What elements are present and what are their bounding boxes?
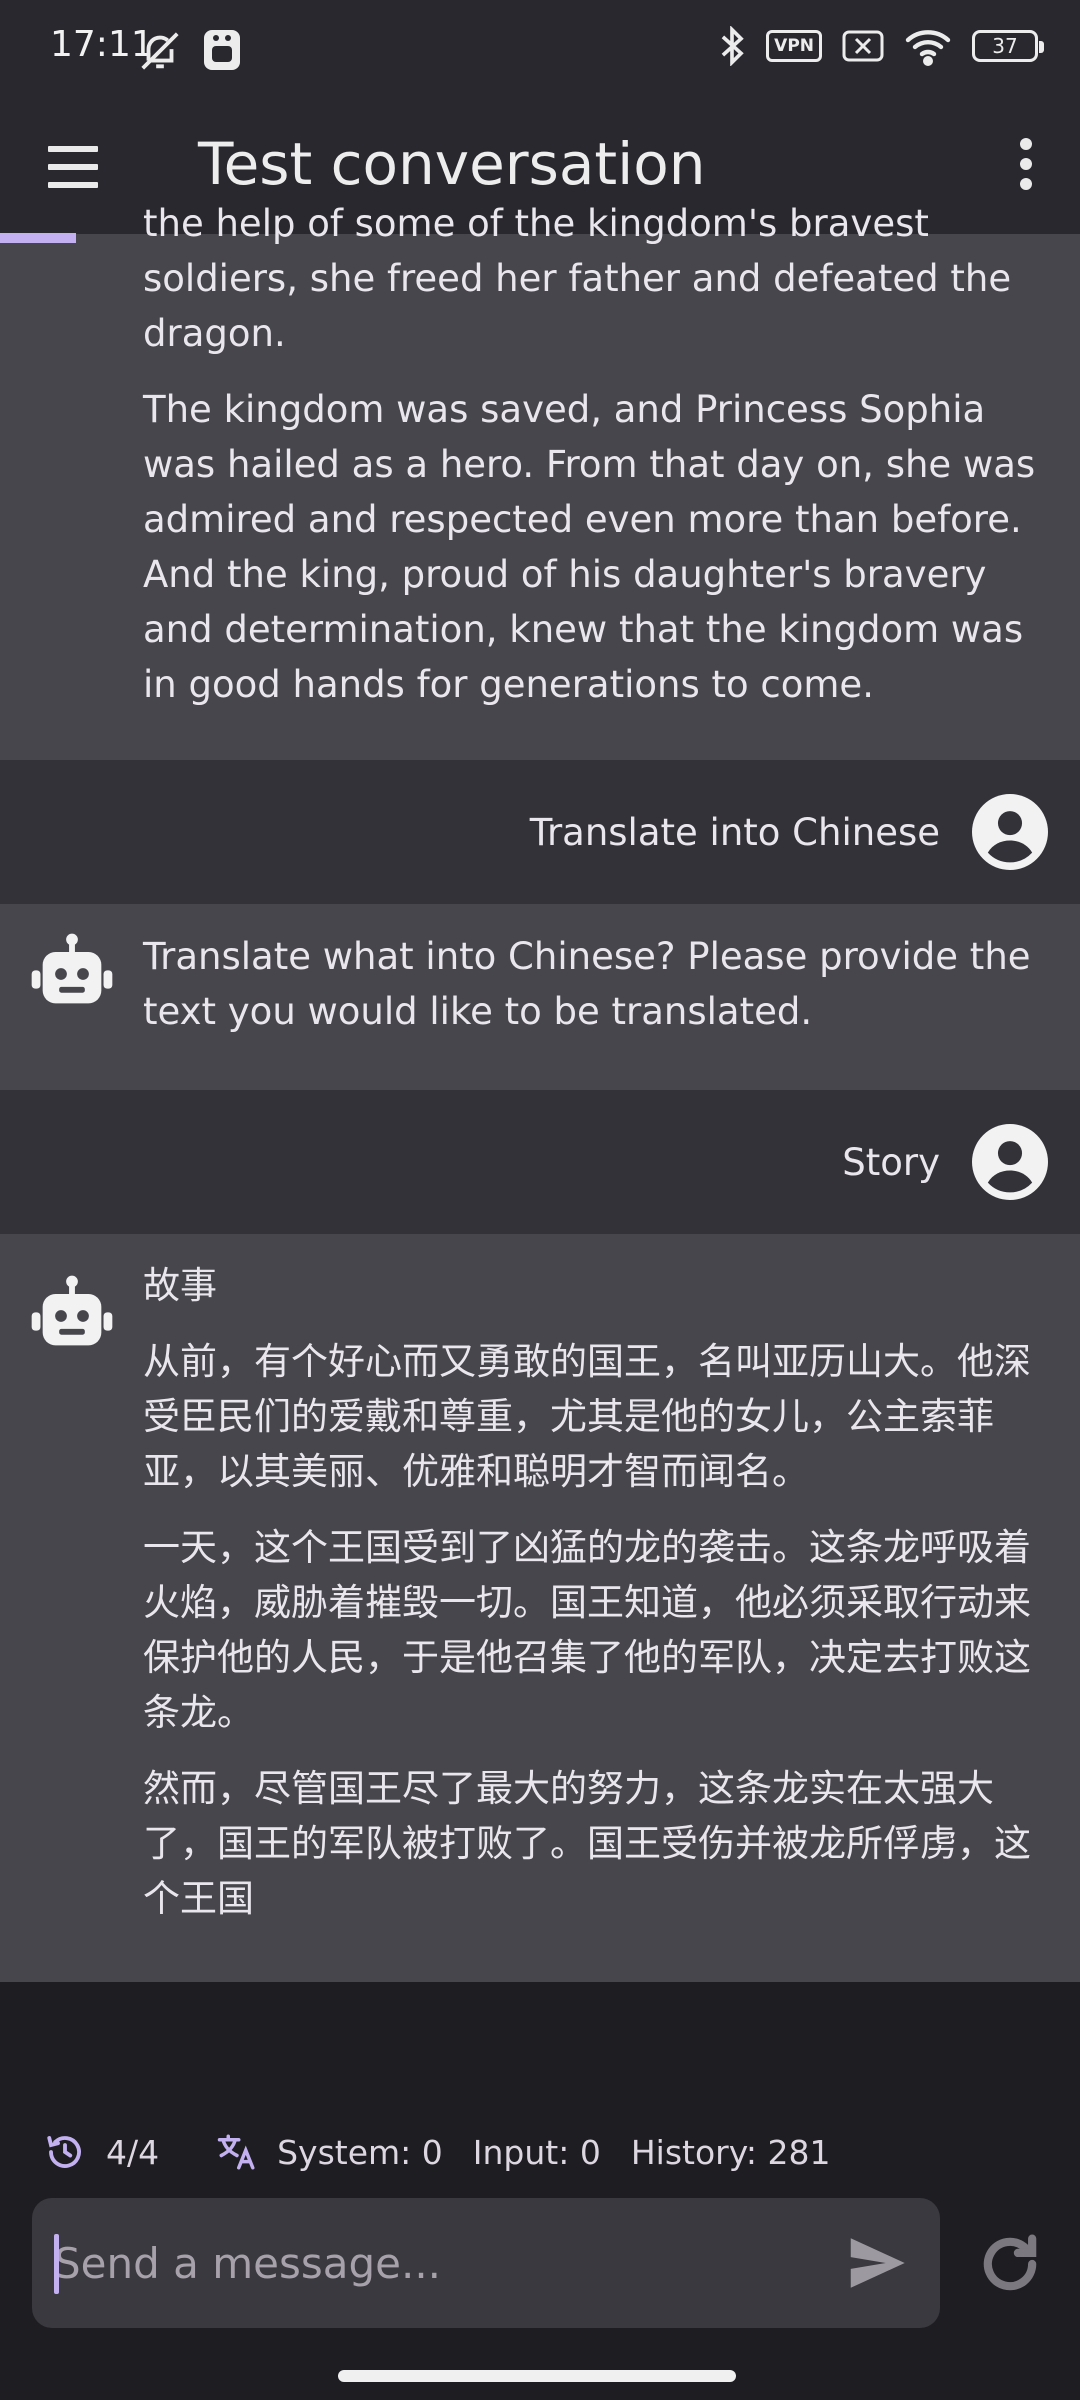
message-paragraph: Translate what into Chinese? Please prov… xyxy=(143,935,1031,1033)
history-count: 4/4 xyxy=(106,2132,160,2172)
wifi-icon xyxy=(905,30,951,66)
assistant-message[interactable]: 故事 从前，有个好心而又勇敢的国王，名叫亚历山大。他深受臣民们的爱戴和尊重，尤其… xyxy=(0,1234,1080,1982)
message-input[interactable] xyxy=(54,2198,834,2328)
message-paragraph: 一天，这个王国受到了凶猛的龙的袭击。这条龙呼吸着火焰，威胁着摧毁一切。国王知道，… xyxy=(143,1526,1031,1734)
no-sim-icon xyxy=(842,30,884,62)
battery-level: 37 xyxy=(992,34,1018,58)
more-options-button[interactable] xyxy=(996,130,1056,200)
message-composer xyxy=(32,2198,940,2328)
user-message[interactable]: Story xyxy=(0,1090,1080,1234)
message-paragraph: 然而，尽管国王尽了最大的努力，这条龙实在太强大了，国王的军队被打败了。国王受伤并… xyxy=(143,1767,1031,1920)
vpn-badge: VPN xyxy=(766,30,822,62)
message-paragraph: 故事 xyxy=(143,1264,217,1307)
battery-indicator: 37 xyxy=(972,30,1044,62)
conversation-title: Test conversation xyxy=(198,130,706,198)
robot-icon xyxy=(31,933,113,1004)
message-paragraph: the help of some of the kingdom's braves… xyxy=(143,202,1012,355)
assistant-message[interactable]: the help of some of the kingdom's braves… xyxy=(0,202,1080,760)
regenerate-button[interactable] xyxy=(972,2226,1048,2302)
text-cursor xyxy=(54,2234,59,2294)
message-paragraph: The kingdom was saved, and Princess Soph… xyxy=(143,388,1036,706)
translate-icon xyxy=(217,2134,255,2170)
menu-icon xyxy=(48,146,98,188)
menu-button[interactable] xyxy=(44,140,104,196)
history-token-count: History: 281 xyxy=(630,2132,831,2172)
more-vert-icon xyxy=(1020,138,1032,190)
ringer-off-icon xyxy=(141,32,179,70)
send-button[interactable] xyxy=(842,2228,912,2298)
conversation-stats: 4/4 System: 0 Input: 0 History: 281 xyxy=(44,2120,830,2184)
refresh-icon xyxy=(983,2234,1037,2291)
status-bar: 17:11 VPN 37 xyxy=(0,0,1080,100)
user-message-text: Translate into Chinese xyxy=(529,810,940,854)
robot-icon xyxy=(31,1275,113,1346)
system-token-count: System: 0 xyxy=(277,2132,443,2172)
loading-progress-bar xyxy=(0,233,76,243)
app-notification-icon xyxy=(204,30,240,70)
input-token-count: Input: 0 xyxy=(472,2132,601,2172)
bluetooth-icon xyxy=(721,26,744,66)
account-circle-icon xyxy=(972,794,1048,870)
chat-list[interactable]: the help of some of the kingdom's braves… xyxy=(0,202,1080,1982)
account-circle-icon xyxy=(972,1124,1048,1200)
message-paragraph: 从前，有个好心而又勇敢的国王，名叫亚历山大。他深受臣民们的爱戴和尊重，尤其是他的… xyxy=(143,1340,1031,1493)
user-message[interactable]: Translate into Chinese xyxy=(0,760,1080,904)
user-message-text: Story xyxy=(842,1140,940,1184)
gesture-navigation-handle[interactable] xyxy=(338,2370,736,2382)
send-icon xyxy=(850,2238,905,2288)
assistant-message[interactable]: Translate what into Chinese? Please prov… xyxy=(0,904,1080,1090)
history-icon xyxy=(47,2136,81,2168)
